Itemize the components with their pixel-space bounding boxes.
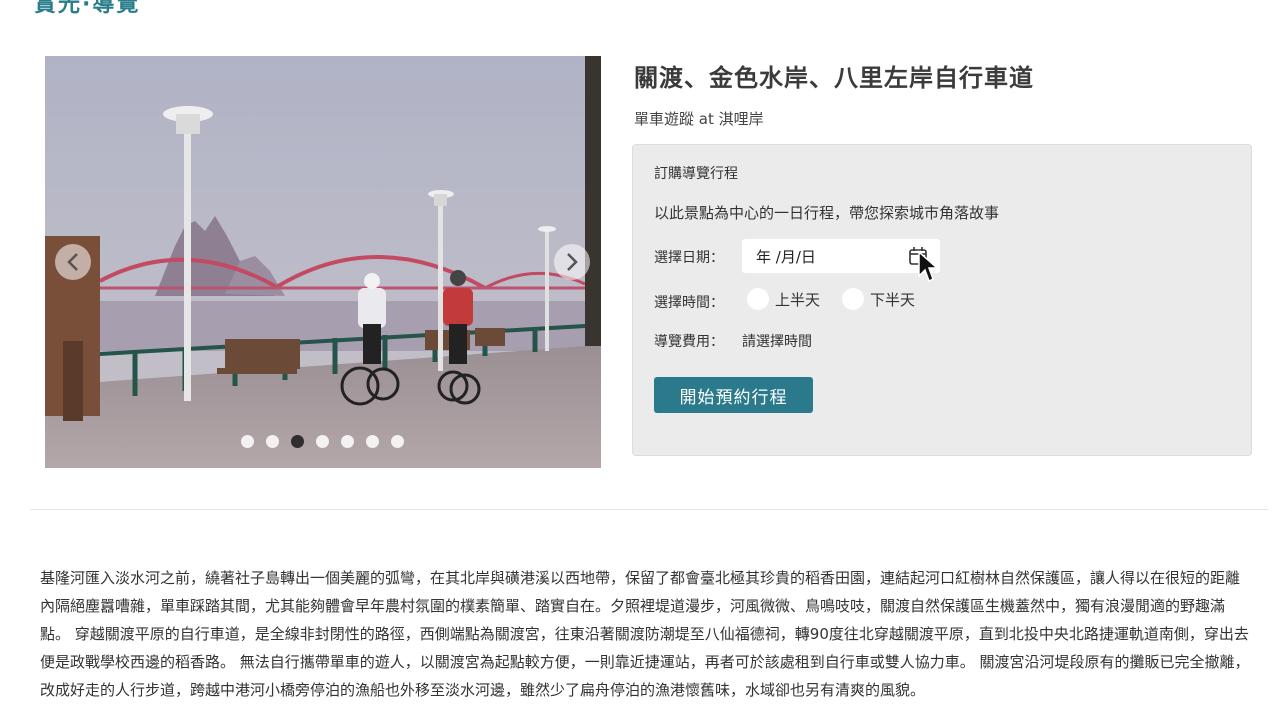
tour-subtitle: 單車遊蹤 at 淇哩岸 [634, 110, 764, 128]
photo-carousel [45, 56, 601, 468]
time-label: 選擇時間： [654, 295, 724, 311]
time-option-morning[interactable]: 上半天 [747, 288, 820, 310]
date-input-value: 年 /月/日 [756, 247, 816, 266]
chevron-right-icon [567, 253, 578, 271]
carousel-dot[interactable] [266, 435, 279, 448]
tour-description: 基隆河匯入淡水河之前，繞著社子島轉出一個美麗的弧彎，在其北岸與磺港溪以西地帶，保… [40, 569, 1250, 699]
time-option-afternoon-label: 下半天 [870, 290, 916, 309]
radio-morning[interactable] [747, 288, 769, 310]
carousel-dot[interactable] [241, 435, 254, 448]
slide-photo [45, 56, 601, 468]
carousel-dot[interactable] [391, 435, 404, 448]
time-option-morning-label: 上半天 [775, 290, 821, 309]
page-header-title: 賞光·導覽 [34, 0, 141, 14]
tour-title: 關渡、金色水岸、八里左岸自行車道 [634, 64, 1034, 92]
carousel-dot[interactable] [316, 435, 329, 448]
booking-panel: 訂購導覽行程 以此景點為中心的一日行程，帶您探索城市角落故事 選擇日期： 年 /… [632, 144, 1252, 456]
top-strip: 賞光·導覽 [0, 0, 1280, 14]
section-divider [30, 509, 1268, 510]
carousel-indicators [241, 435, 404, 449]
booking-description: 以此景點為中心的一日行程，帶您探索城市角落故事 [654, 204, 1000, 222]
carousel-dot[interactable] [341, 435, 354, 448]
date-label: 選擇日期： [654, 250, 724, 266]
carousel-next-button[interactable] [554, 244, 590, 280]
chevron-left-icon [67, 253, 78, 271]
mouse-cursor-icon [918, 250, 939, 283]
radio-afternoon[interactable] [842, 288, 864, 310]
carousel-dot[interactable] [366, 435, 379, 448]
fee-value: 請選擇時間 [742, 334, 812, 350]
carousel-dot[interactable] [291, 435, 304, 448]
date-input[interactable]: 年 /月/日 [742, 239, 940, 273]
booking-heading: 訂購導覽行程 [654, 166, 738, 182]
fee-label: 導覽費用： [654, 334, 724, 350]
carousel-prev-button[interactable] [55, 244, 91, 280]
time-option-afternoon[interactable]: 下半天 [842, 288, 915, 310]
start-booking-button[interactable]: 開始預約行程 [654, 377, 813, 413]
